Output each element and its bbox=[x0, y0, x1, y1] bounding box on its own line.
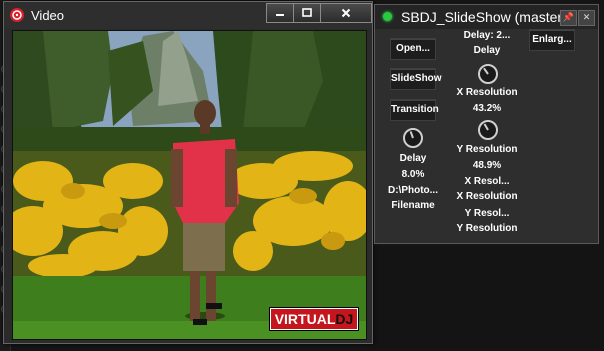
video-window: Video VIRTUALDJ bbox=[3, 1, 373, 344]
slideshow-title: SBDJ_SlideShow (master) bbox=[401, 9, 567, 25]
close-icon bbox=[341, 8, 351, 18]
pin-icon: 📌 bbox=[562, 12, 575, 22]
enlarge-button[interactable]: Enlarg... bbox=[529, 29, 575, 51]
slideshow-titlebar[interactable]: SBDJ_SlideShow (master) 📌 ✕ bbox=[375, 5, 598, 29]
x-resolution-label: X Resolution bbox=[456, 87, 518, 98]
maximize-icon bbox=[302, 8, 312, 17]
delay-knob[interactable] bbox=[403, 128, 423, 148]
pin-button[interactable]: 📌 bbox=[560, 10, 577, 26]
y-resolution-label: Y Resolution bbox=[456, 144, 518, 155]
delay-value: 8.0% bbox=[401, 169, 425, 180]
filename-label: Filename bbox=[391, 200, 435, 211]
slideshow-photo bbox=[13, 31, 366, 339]
minimize-icon bbox=[276, 14, 284, 16]
y-resolution-short-label: Y Resol... bbox=[464, 208, 510, 219]
close-icon: ✕ bbox=[582, 12, 591, 22]
delay-label: Delay bbox=[399, 153, 427, 164]
slideshow-button[interactable]: SlideShow bbox=[390, 68, 442, 90]
y-resolution-full-label: Y Resolution bbox=[456, 223, 518, 234]
slideshow-body: Open... SlideShow Transition Delay 8.0% … bbox=[375, 29, 598, 243]
minimize-button[interactable] bbox=[266, 3, 294, 23]
delay-label-top: Delay bbox=[473, 45, 501, 56]
video-preview: VIRTUALDJ bbox=[12, 30, 367, 340]
virtualdj-watermark-logo: VIRTUALDJ bbox=[269, 307, 359, 331]
y-resolution-knob[interactable] bbox=[478, 120, 498, 140]
video-window-titlebar[interactable]: Video bbox=[4, 2, 372, 29]
delay-value-top: Delay: 2... bbox=[463, 30, 511, 41]
x-resolution-short-label: X Resol... bbox=[464, 176, 510, 187]
transition-button[interactable]: Transition bbox=[390, 99, 439, 121]
x-resolution-full-label: X Resolution bbox=[456, 191, 518, 202]
video-window-title: Video bbox=[31, 8, 65, 23]
maximize-button[interactable] bbox=[293, 3, 321, 23]
plugin-close-button[interactable]: ✕ bbox=[578, 10, 595, 26]
y-resolution-value: 48.9% bbox=[472, 160, 502, 171]
active-led-icon[interactable] bbox=[383, 12, 392, 21]
path-value: D:\Photo... bbox=[388, 185, 438, 196]
open-button[interactable]: Open... bbox=[390, 38, 436, 60]
background-panel bbox=[372, 246, 604, 351]
slideshow-plugin-window: SBDJ_SlideShow (master) 📌 ✕ Open... Slid… bbox=[374, 4, 599, 244]
x-resolution-value: 43.2% bbox=[472, 103, 502, 114]
delay-top-knob[interactable] bbox=[478, 64, 498, 84]
close-button[interactable] bbox=[320, 3, 372, 23]
virtualdj-app-icon bbox=[10, 8, 24, 22]
